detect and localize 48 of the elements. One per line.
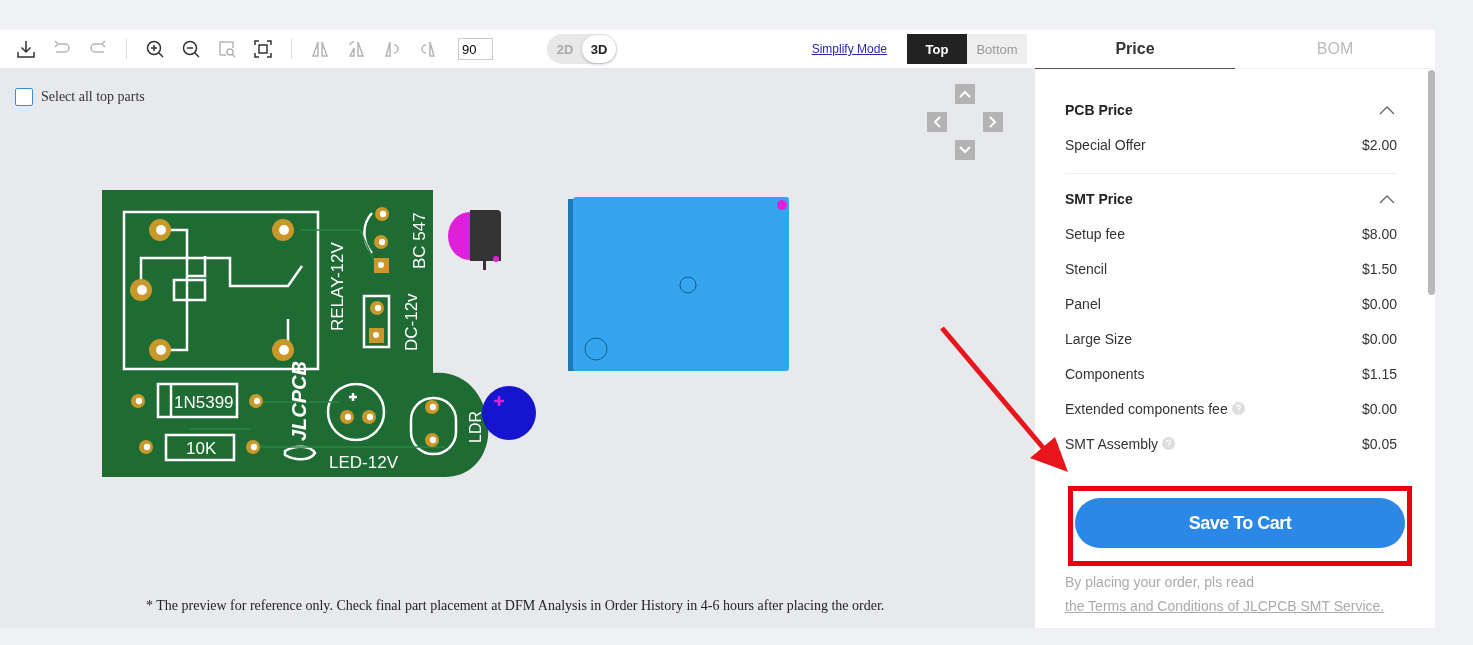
chevron-right-icon bbox=[989, 116, 997, 128]
collapse-chevron-icon[interactable] bbox=[1379, 105, 1395, 115]
rotation-angle-field[interactable]: 90 bbox=[458, 38, 493, 60]
side-toggle[interactable]: Top bbox=[907, 34, 967, 64]
price-value: $0.00 bbox=[1361, 400, 1397, 417]
scrollbar-thumb[interactable] bbox=[1428, 70, 1435, 295]
preview-note: * The preview for reference only. Check final part placement at DFM Analysis in Order History in 4-6 hours after placing the order. bbox=[146, 598, 885, 614]
resistor-label: 10K bbox=[186, 439, 217, 458]
price-value: $2.00 bbox=[1361, 136, 1397, 153]
pan-down-button[interactable] bbox=[955, 140, 975, 160]
help-icon[interactable] bbox=[1162, 437, 1176, 450]
view-mode-toggle[interactable]: 3D bbox=[582, 35, 616, 63]
price-label: Components bbox=[1065, 365, 1145, 382]
price-value: $0.05 bbox=[1361, 435, 1397, 452]
led-label: LED-12V bbox=[329, 453, 398, 472]
relay-label: RELAY-12V bbox=[328, 242, 347, 331]
terms-text: By placing your order, pls read the Terms and Conditions of JLCPCB SMT Service. bbox=[1065, 573, 1386, 616]
chevron-down-icon bbox=[959, 146, 971, 154]
diode-label: 1N5399 bbox=[174, 393, 234, 412]
pan-up-button[interactable] bbox=[955, 84, 975, 104]
price-label: Large Size bbox=[1065, 330, 1132, 347]
pan-right-button[interactable] bbox=[983, 112, 1003, 132]
collapse-chevron-icon[interactable] bbox=[1379, 194, 1395, 204]
section-title: PCB Price bbox=[1065, 102, 1133, 118]
chevron-left-icon bbox=[933, 116, 941, 128]
help-icon[interactable] bbox=[1231, 402, 1245, 415]
transistor-label: BC 547 bbox=[410, 212, 429, 269]
power-label: DC-12v bbox=[402, 293, 421, 351]
save-to-cart-button[interactable]: Save To Cart bbox=[1075, 498, 1405, 548]
price-value: $1.15 bbox=[1361, 365, 1397, 382]
ldr-label: LDR bbox=[467, 411, 484, 443]
price-value: $8.00 bbox=[1361, 225, 1397, 242]
price-label: Setup fee bbox=[1065, 225, 1125, 242]
price-label: Extended components fee bbox=[1065, 400, 1228, 417]
logo-label: JLCPCB bbox=[288, 361, 310, 441]
checkbox-label: Select all top parts bbox=[41, 89, 145, 105]
price-label: SMT Assembly bbox=[1065, 435, 1159, 452]
price-label: Stencil bbox=[1065, 260, 1108, 277]
simplify-mode-link[interactable]: Simplify Mode bbox=[811, 42, 887, 56]
pan-left-button[interactable] bbox=[927, 112, 947, 132]
price-value: $0.00 bbox=[1361, 330, 1397, 347]
section-title: SMT Price bbox=[1065, 191, 1133, 207]
price-label: Special Offer bbox=[1065, 136, 1146, 153]
chevron-up-icon bbox=[959, 90, 971, 98]
price-label: Panel bbox=[1065, 295, 1101, 312]
price-value: $0.00 bbox=[1361, 295, 1397, 312]
checkbox[interactable] bbox=[15, 88, 33, 106]
price-value: $1.50 bbox=[1361, 260, 1397, 277]
